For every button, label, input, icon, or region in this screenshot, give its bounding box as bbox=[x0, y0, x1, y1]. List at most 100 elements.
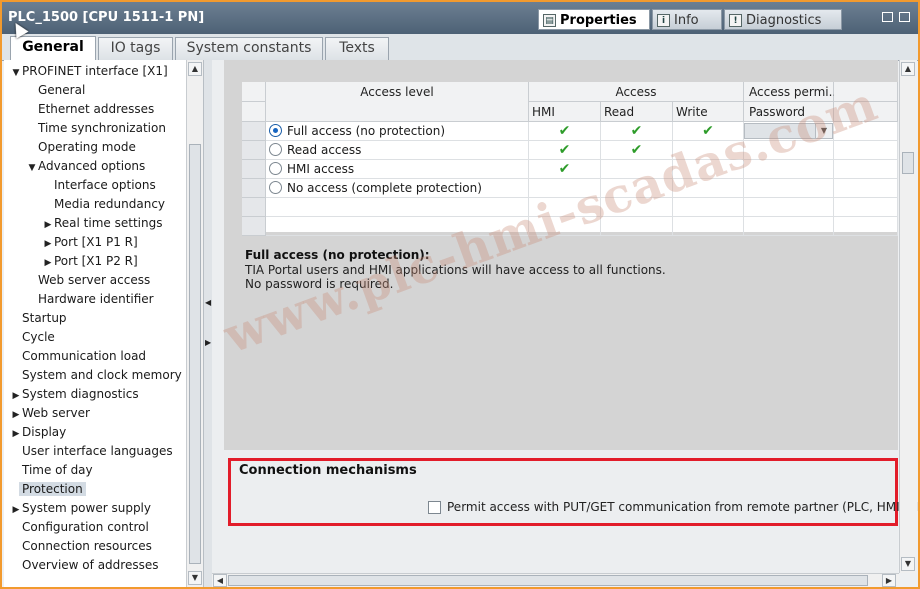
content-hscrollbar[interactable]: ◀ ▶ bbox=[212, 573, 899, 587]
expand-right-icon[interactable]: ▶ bbox=[205, 338, 211, 347]
tree-item[interactable]: Configuration control bbox=[10, 518, 149, 536]
scroll-left-icon[interactable]: ◀ bbox=[213, 574, 227, 587]
content-scroll-thumb[interactable] bbox=[902, 152, 914, 174]
tree-item[interactable]: ▼ PROFINET interface [X1] bbox=[10, 62, 168, 80]
tree-item-label: Advanced options bbox=[38, 159, 146, 173]
tree-item-label: Real time settings bbox=[54, 216, 163, 230]
tab-system-constants[interactable]: System constants bbox=[175, 37, 323, 60]
tree-item[interactable]: Protection bbox=[10, 480, 86, 498]
collapsed-arrow-icon[interactable]: ▶ bbox=[42, 216, 54, 234]
access-level-radio[interactable] bbox=[269, 124, 282, 137]
access-level-radio[interactable] bbox=[269, 181, 282, 194]
content-scroll-down-icon[interactable]: ▼ bbox=[901, 557, 915, 571]
tab-io-tags[interactable]: IO tags bbox=[98, 37, 173, 60]
tab-texts[interactable]: Texts bbox=[325, 37, 389, 60]
tree-item[interactable]: ▶ Port [X1 P1 R] bbox=[42, 233, 138, 251]
access-level-cell[interactable]: Full access (no protection) bbox=[266, 122, 529, 141]
tree-item[interactable]: Cycle bbox=[10, 328, 55, 346]
tree-item[interactable]: Hardware identifier bbox=[26, 290, 154, 308]
hmi-cell bbox=[529, 179, 601, 198]
tree-item[interactable]: ▶ System power supply bbox=[10, 499, 151, 517]
dropdown-arrow-icon[interactable]: ▼ bbox=[815, 124, 832, 138]
tree-item[interactable]: ▼ Advanced options bbox=[26, 157, 146, 177]
tree-item[interactable]: General bbox=[26, 81, 85, 99]
description-title: Full access (no protection): bbox=[245, 248, 430, 262]
tree-item[interactable]: Overview of addresses bbox=[10, 556, 158, 574]
float-window-icon[interactable] bbox=[882, 12, 893, 22]
tree-item[interactable]: Communication load bbox=[10, 347, 146, 365]
access-level-cell[interactable]: No access (complete protection) bbox=[266, 179, 529, 198]
collapse-left-icon[interactable]: ◀ bbox=[205, 298, 211, 307]
content-scrollbar[interactable]: ▲ ▼ bbox=[899, 60, 917, 573]
tree-item[interactable]: Operating mode bbox=[26, 138, 136, 156]
tree-item[interactable]: System and clock memory bbox=[10, 366, 182, 384]
tree-item[interactable]: ▶ Web server bbox=[10, 404, 90, 422]
tree-item[interactable]: Startup bbox=[10, 309, 67, 327]
tree-item[interactable]: ▶ System diagnostics bbox=[10, 385, 139, 403]
tab-info[interactable]: i Info bbox=[652, 9, 722, 30]
tree-item-label: Overview of addresses bbox=[22, 558, 159, 572]
tree-item[interactable]: Media redundancy bbox=[42, 195, 165, 213]
tree-item[interactable]: Interface options bbox=[42, 176, 156, 194]
tree-item[interactable]: User interface languages bbox=[10, 442, 173, 460]
scroll-right-icon[interactable]: ▶ bbox=[882, 574, 896, 587]
tree-item[interactable]: Time of day bbox=[10, 461, 93, 479]
put-get-option[interactable]: Permit access with PUT/GET communication… bbox=[428, 500, 918, 514]
tree-item[interactable]: ▶ Port [X1 P2 R] bbox=[42, 252, 138, 270]
header-access-level[interactable]: Access level bbox=[266, 82, 529, 122]
collapsed-arrow-icon[interactable]: ▶ bbox=[10, 425, 22, 443]
tree-item[interactable]: Connection resources bbox=[10, 537, 152, 555]
tree-item[interactable]: ▶ Real time settings bbox=[42, 214, 163, 234]
tree-scroll-thumb[interactable] bbox=[189, 144, 201, 564]
checkmark-icon: ✔ bbox=[630, 142, 643, 158]
tab-general[interactable]: General bbox=[10, 36, 96, 61]
expanded-arrow-icon[interactable]: ▼ bbox=[10, 64, 22, 82]
header-access[interactable]: Access bbox=[529, 82, 744, 102]
collapsed-arrow-icon[interactable]: ▶ bbox=[42, 235, 54, 253]
collapsed-arrow-icon[interactable]: ▶ bbox=[10, 501, 22, 519]
collapsed-arrow-icon[interactable]: ▶ bbox=[10, 406, 22, 424]
access-level-radio[interactable] bbox=[269, 143, 282, 156]
tree-item-label: Time of day bbox=[22, 463, 93, 477]
tree-item-label: Connection resources bbox=[22, 539, 152, 553]
access-level-cell[interactable]: HMI access bbox=[266, 160, 529, 179]
collapsed-arrow-icon[interactable]: ▶ bbox=[10, 387, 22, 405]
row-header[interactable] bbox=[242, 141, 266, 160]
put-get-checkbox[interactable] bbox=[428, 500, 441, 514]
tree-scrollbar[interactable]: ▲ ▼ bbox=[186, 60, 204, 587]
expanded-arrow-icon[interactable]: ▼ bbox=[26, 159, 38, 177]
collapsed-arrow-icon[interactable]: ▶ bbox=[42, 254, 54, 272]
row-header[interactable] bbox=[242, 198, 266, 217]
tab-diagnostics-label: Diagnostics bbox=[746, 12, 822, 28]
tree-item[interactable]: Ethernet addresses bbox=[26, 100, 154, 118]
maximize-icon[interactable] bbox=[899, 12, 910, 22]
password-cell[interactable]: ▼ bbox=[744, 122, 834, 141]
scroll-down-icon[interactable]: ▼ bbox=[188, 571, 202, 585]
tree-item[interactable]: ▶ Display bbox=[10, 423, 67, 443]
tree-item[interactable]: Web server access bbox=[26, 271, 150, 289]
content-scroll-up-icon[interactable]: ▲ bbox=[901, 62, 915, 76]
tab-properties[interactable]: ▤ Properties bbox=[538, 9, 650, 30]
title-bar: PLC_1500 [CPU 1511-1 PN] ▤ Properties i … bbox=[2, 2, 918, 34]
header-write[interactable]: Write bbox=[673, 102, 744, 122]
row-header[interactable] bbox=[242, 217, 266, 236]
tab-diagnostics[interactable]: ! Diagnostics bbox=[724, 9, 842, 30]
row-header[interactable] bbox=[242, 122, 266, 141]
scroll-up-icon[interactable]: ▲ bbox=[188, 62, 202, 76]
row-header[interactable] bbox=[242, 160, 266, 179]
tab-properties-label: Properties bbox=[560, 12, 637, 28]
checkmark-icon: ✔ bbox=[558, 142, 571, 158]
header-access-permission[interactable]: Access permi... bbox=[744, 82, 840, 102]
access-level-label: No access (complete protection) bbox=[287, 181, 482, 195]
sub-tab-bar: General IO tags System constants Texts bbox=[2, 34, 918, 61]
tree-item[interactable]: Time synchronization bbox=[26, 119, 166, 137]
row-header[interactable] bbox=[242, 179, 266, 198]
access-level-radio[interactable] bbox=[269, 162, 282, 175]
content-hscroll-thumb[interactable] bbox=[228, 575, 868, 586]
header-password[interactable]: Password bbox=[744, 102, 834, 122]
tree-item-label: Protection bbox=[19, 482, 86, 496]
password-dropdown[interactable]: ▼ bbox=[744, 123, 833, 139]
header-hmi[interactable]: HMI bbox=[529, 102, 601, 122]
access-level-cell[interactable]: Read access bbox=[266, 141, 529, 160]
header-read[interactable]: Read bbox=[601, 102, 673, 122]
